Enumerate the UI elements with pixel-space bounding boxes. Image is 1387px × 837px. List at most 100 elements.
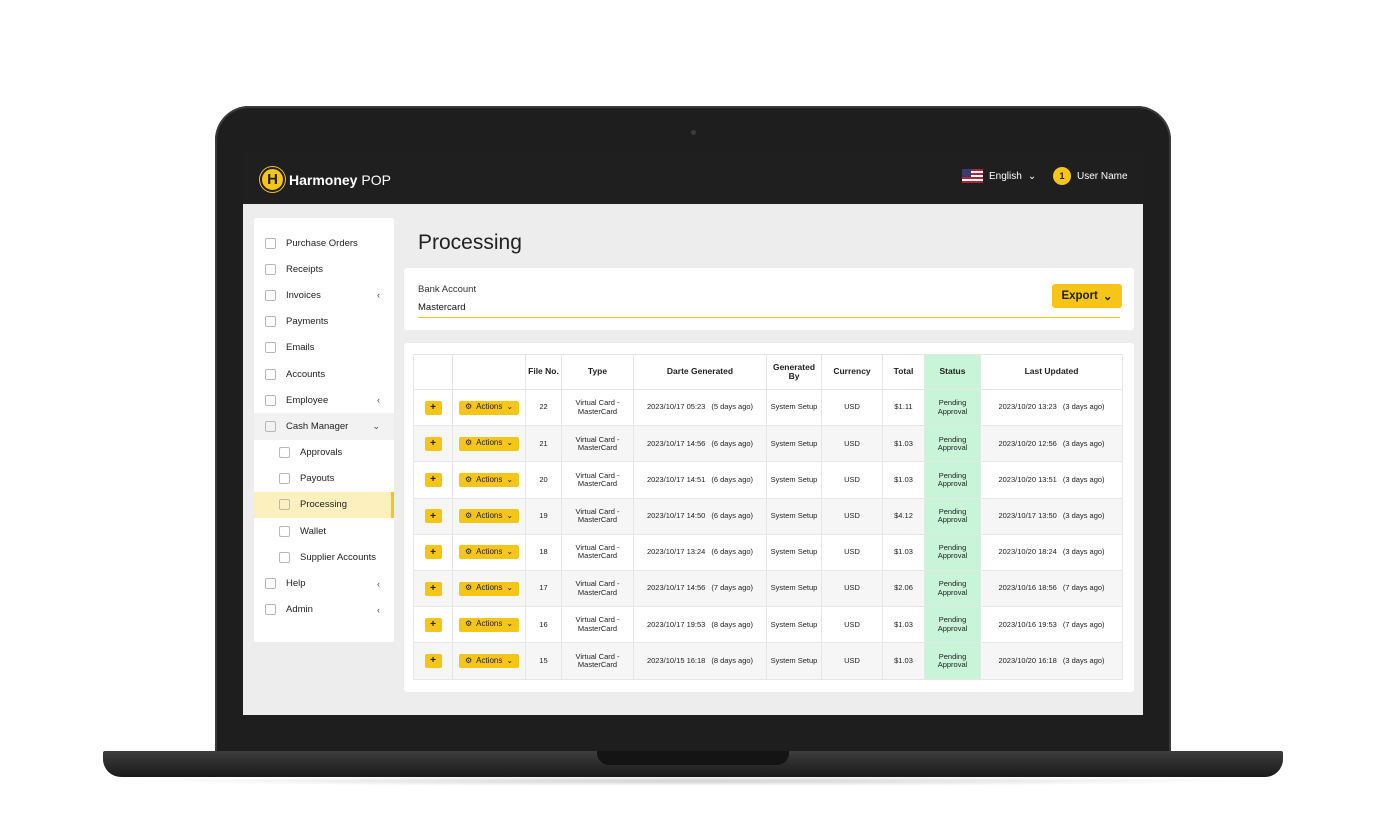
sidebar-item-cash-manager[interactable]: Cash Manager ⌄ — [254, 413, 394, 440]
table-row: + ⚙ Actions ⌄ 21 Virtual Card - MasterCard 202… — [413, 425, 1123, 463]
plus-cell: + — [413, 388, 453, 427]
type-cell: Virtual Card - MasterCard — [561, 533, 634, 571]
sidebar-item-help[interactable]: Help ‹ — [254, 570, 394, 596]
table-row: + ⚙ Actions ⌄ 22 Virtual Card - MasterCard 202… — [413, 388, 1123, 427]
gear-icon: ⚙ — [464, 438, 473, 448]
sidebar-item-payouts[interactable]: Payouts — [254, 466, 394, 492]
actions-label: Actions — [476, 402, 503, 412]
actions-button[interactable]: ⚙ Actions ⌄ — [458, 617, 520, 632]
sidebar-item-invoices[interactable]: Invoices ‹ — [254, 282, 394, 308]
last-updated-ago: (3 days ago) — [1062, 547, 1105, 557]
currency-cell: USD — [821, 461, 883, 499]
header-plus — [413, 354, 453, 390]
actions-button[interactable]: ⚙ Actions ⌄ — [458, 653, 520, 668]
total-cell: $4.12 — [882, 497, 925, 535]
add-button[interactable]: + — [424, 617, 442, 632]
total-cell: $1.03 — [882, 606, 925, 644]
processing-table: File No. Type Darte Generated Generated … — [413, 354, 1123, 680]
actions-button[interactable]: ⚙ Actions ⌄ — [458, 436, 520, 451]
gear-icon: ⚙ — [464, 474, 473, 484]
actions-button[interactable]: ⚙ Actions ⌄ — [458, 545, 520, 560]
table-header-row: File No. Type Darte Generated Generated … — [413, 354, 1123, 390]
actions-cell: ⚙ Actions ⌄ — [452, 642, 526, 680]
header-total: Total — [882, 354, 925, 390]
chevron-down-icon: ⌄ — [1102, 291, 1113, 303]
last-updated-cell: 2023/10/20 16:18 (3 days ago) — [980, 642, 1123, 680]
date-generated-value: 2023/10/17 14:51 — [646, 474, 706, 484]
table-row: + ⚙ Actions ⌄ 19 Virtual Card - MasterCard 202… — [413, 497, 1123, 535]
type-cell: Virtual Card - MasterCard — [561, 606, 634, 644]
date-generated-ago: (7 days ago) — [711, 583, 754, 593]
supplier-icon — [279, 551, 290, 563]
sidebar-item-label: Processing — [300, 499, 347, 511]
actions-cell: ⚙ Actions ⌄ — [452, 388, 526, 427]
last-updated-cell: 2023/10/16 19:53 (7 days ago) — [980, 606, 1123, 644]
add-button[interactable]: + — [424, 472, 442, 487]
add-button[interactable]: + — [424, 436, 442, 451]
sidebar-item-wallet[interactable]: Wallet — [254, 518, 394, 544]
export-button[interactable]: Export ⌄ — [1052, 284, 1122, 308]
last-updated-value: 2023/10/20 13:51 — [998, 474, 1057, 484]
employee-icon — [265, 394, 276, 406]
sidebar-item-processing[interactable]: Processing — [254, 491, 394, 519]
sidebar-item-supplier-accounts[interactable]: Supplier Accounts — [254, 544, 394, 570]
table-row: + ⚙ Actions ⌄ 17 Virtual Card - MasterCard 202… — [413, 569, 1123, 608]
last-updated-cell: 2023/10/20 13:23 (3 days ago) — [980, 388, 1123, 427]
sidebar-item-emails[interactable]: Emails — [254, 335, 394, 361]
check-icon — [279, 447, 290, 459]
notification-badge[interactable]: 1 — [1053, 167, 1071, 185]
logo-text: Harmoney POP — [289, 172, 391, 188]
logo[interactable]: H Harmoney POP — [260, 167, 391, 192]
chevron-down-icon: ⌄ — [1027, 170, 1037, 182]
laptop-shadow — [130, 776, 1256, 786]
payments-icon — [265, 316, 276, 328]
date-generated-ago: (6 days ago) — [711, 511, 754, 521]
total-cell: $1.03 — [882, 642, 925, 680]
actions-button[interactable]: ⚙ Actions ⌄ — [458, 509, 520, 524]
type-cell: Virtual Card - MasterCard — [561, 388, 634, 427]
logo-icon: H — [260, 167, 285, 192]
bank-account-select[interactable]: Mastercard — [418, 302, 1120, 318]
actions-cell: ⚙ Actions ⌄ — [452, 425, 526, 463]
sidebar-item-approvals[interactable]: Approvals — [254, 440, 394, 466]
sidebar: Purchase Orders Receipts Invoices ‹ Payme… — [254, 218, 394, 642]
sidebar-item-employee[interactable]: Employee ‹ — [254, 387, 394, 413]
sidebar-item-payments[interactable]: Payments — [254, 309, 394, 335]
actions-button[interactable]: ⚙ Actions ⌄ — [458, 581, 520, 596]
generated-by-cell: System Setup — [766, 388, 822, 427]
last-updated-cell: 2023/10/16 18:56 (7 days ago) — [980, 569, 1123, 608]
date-generated-value: 2023/10/17 14:56 — [646, 583, 706, 593]
date-generated-cell: 2023/10/17 05:23 (5 days ago) — [633, 388, 767, 427]
last-updated-ago: (3 days ago) — [1062, 402, 1105, 412]
add-button[interactable]: + — [424, 509, 442, 524]
last-updated-ago: (7 days ago) — [1062, 619, 1105, 629]
actions-cell: ⚙ Actions ⌄ — [452, 569, 526, 608]
user-menu[interactable]: 1 User Name — [1053, 167, 1128, 185]
date-generated-value: 2023/10/17 19:53 — [646, 619, 706, 629]
actions-cell: ⚙ Actions ⌄ — [452, 533, 526, 571]
sidebar-item-receipts[interactable]: Receipts — [254, 256, 394, 282]
last-updated-ago: (3 days ago) — [1062, 511, 1105, 521]
actions-button[interactable]: ⚙ Actions ⌄ — [458, 400, 520, 415]
language-label: English — [989, 170, 1022, 182]
date-generated-value: 2023/10/15 16:18 — [646, 655, 706, 665]
plus-cell: + — [413, 642, 453, 680]
add-button[interactable]: + — [424, 400, 442, 415]
total-cell: $1.03 — [882, 425, 925, 463]
actions-cell: ⚙ Actions ⌄ — [452, 461, 526, 499]
chevron-down-icon: ⌄ — [506, 546, 514, 556]
cash-icon — [265, 420, 276, 432]
sidebar-item-admin[interactable]: Admin ‹ — [254, 597, 394, 623]
status-cell: Pending Approval — [924, 642, 981, 680]
sidebar-item-accounts[interactable]: Accounts — [254, 361, 394, 387]
sidebar-item-label: Emails — [286, 342, 315, 354]
generated-by-cell: System Setup — [766, 533, 822, 571]
add-button[interactable]: + — [424, 653, 442, 668]
sidebar-item-purchase-orders[interactable]: Purchase Orders — [254, 230, 394, 256]
actions-button[interactable]: ⚙ Actions ⌄ — [458, 472, 520, 487]
table-row: + ⚙ Actions ⌄ 18 Virtual Card - MasterCard 202… — [413, 533, 1123, 571]
add-button[interactable]: + — [424, 581, 442, 596]
language-selector[interactable]: English ⌄ — [962, 169, 1036, 183]
add-button[interactable]: + — [424, 545, 442, 560]
chevron-left-icon: ‹ — [377, 395, 380, 406]
